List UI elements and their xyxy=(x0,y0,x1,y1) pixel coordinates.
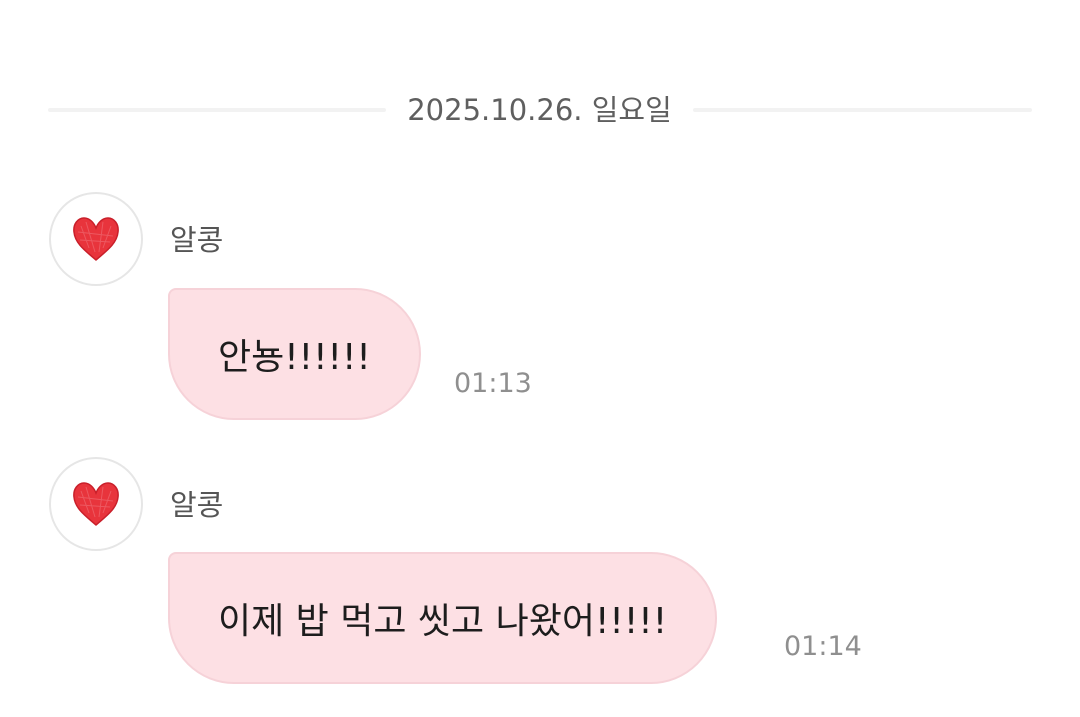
red-heart-icon xyxy=(73,482,119,527)
divider-line-left xyxy=(48,108,386,112)
red-heart-icon xyxy=(73,217,119,262)
message-time: 01:13 xyxy=(454,368,532,399)
avatar[interactable] xyxy=(49,192,143,286)
date-divider: 2025.10.26. 일요일 xyxy=(48,88,1032,132)
date-label: 2025.10.26. 일요일 xyxy=(407,93,672,127)
message-time: 01:14 xyxy=(784,631,862,662)
avatar[interactable] xyxy=(49,457,143,551)
message-bubble[interactable]: 이제 밥 먹고 씻고 나왔어!!!!! xyxy=(168,552,718,684)
sender-name: 알콩 xyxy=(170,488,224,522)
message-text: 이제 밥 먹고 씻고 나왔어!!!!! xyxy=(218,601,668,642)
message-text: 안뇽!!!!!! xyxy=(218,337,371,378)
divider-line-right xyxy=(693,108,1032,112)
sender-name: 알콩 xyxy=(170,223,224,257)
message-bubble[interactable]: 안뇽!!!!!! xyxy=(168,288,421,420)
